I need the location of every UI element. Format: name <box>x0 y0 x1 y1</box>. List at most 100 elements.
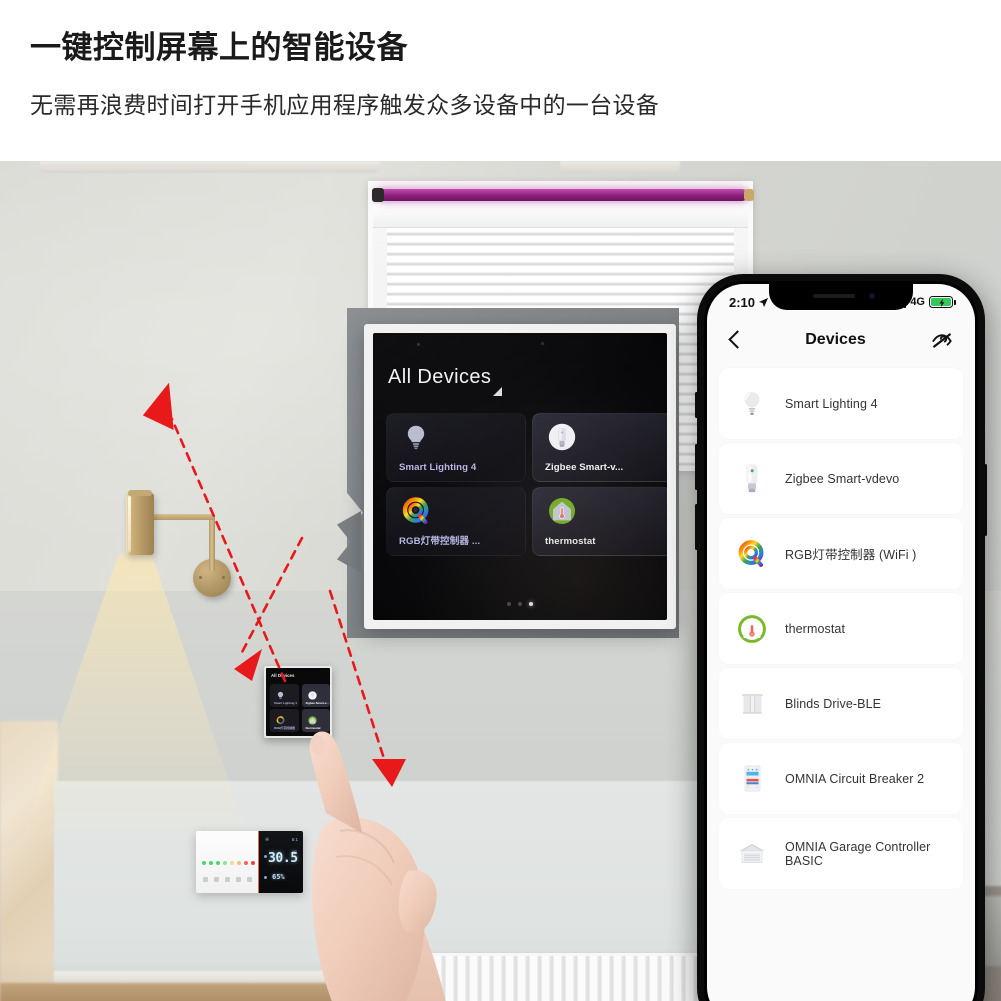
tablet-device-grid: Smart Lighting 4 Zigbee Smart-v... RGB灯带… <box>386 413 667 556</box>
product-scene-photo: ❊ 6:1 30.5 ℃ 65% All Devices Smart Light… <box>0 161 1001 1001</box>
page-dot-3[interactable] <box>529 602 533 606</box>
device-name: Smart Lighting 4 <box>785 396 878 411</box>
phone-power-button[interactable] <box>984 464 987 536</box>
caret-down-icon[interactable] <box>493 387 502 396</box>
page-subtitle: 无需再浪费时间打开手机应用程序触发众多设备中的一台设备 <box>30 92 660 118</box>
page-title: 一键控制屏幕上的智能设备 <box>30 30 408 65</box>
tablet-page-indicator <box>373 602 667 606</box>
switch-button-1[interactable] <box>203 877 208 882</box>
tablet-tile-label: RGB灯带控制器 ... <box>399 536 481 547</box>
phone-notch <box>769 284 913 310</box>
switch-button-4[interactable] <box>236 877 241 882</box>
page-root: 一键控制屏幕上的智能设备 无需再浪费时间打开手机应用程序触发众多设备中的一台设备 <box>0 0 1001 1001</box>
led-strip-cap-left <box>372 188 384 202</box>
tablet-tile-label: thermostat <box>545 536 596 547</box>
device-name: thermostat <box>785 621 846 636</box>
led-1 <box>202 861 206 865</box>
led-4 <box>223 861 227 865</box>
touch-switch-panel[interactable] <box>196 831 258 893</box>
wall-tablet[interactable]: All Devices Smart Lighting 4 Zigbee Smar… <box>364 324 676 629</box>
charging-bolt-icon <box>939 298 945 307</box>
switch-button-3[interactable] <box>225 877 230 882</box>
led-7 <box>244 861 248 865</box>
ceiling-rail-right <box>560 161 680 173</box>
zigbee-valve-icon <box>733 458 771 500</box>
battery-charging-icon <box>929 296 956 308</box>
tablet-tile-label: Zigbee Smart-v... <box>545 462 624 473</box>
rgb-led-strip <box>376 189 748 201</box>
rgb-ring-icon <box>733 533 771 575</box>
zigbee-valve-icon <box>548 423 576 451</box>
page-dot-2[interactable] <box>518 602 522 606</box>
list-item[interactable]: RGB灯带控制器 (WiFi ) <box>719 518 963 589</box>
tablet-tile-rgb-strip[interactable]: RGB灯带控制器 ... <box>386 487 526 556</box>
rgb-ring-icon <box>402 497 430 525</box>
lamp-arm-horizontal <box>148 514 214 520</box>
device-name: OMNIA Circuit Breaker 2 <box>785 771 925 786</box>
ceiling-rail <box>40 161 380 173</box>
eye-slash-icon[interactable] <box>931 332 953 349</box>
device-name: OMNIA Garage Controller BASIC <box>785 839 931 868</box>
list-item[interactable]: OMNIA Circuit Breaker 2 <box>719 743 963 814</box>
location-arrow-icon <box>758 297 769 307</box>
switch-button-5[interactable] <box>247 877 252 882</box>
network-type: 4G <box>910 296 925 308</box>
list-item[interactable]: thermostat <box>719 593 963 664</box>
thermostat-temp-marker <box>264 855 267 858</box>
phone-volume-up-button[interactable] <box>695 444 698 490</box>
blinds-icon <box>733 683 771 725</box>
mini-panel-title: All Devices <box>271 673 295 678</box>
tablet-sensor-icon <box>541 342 544 345</box>
list-item[interactable]: Zigbee Smart-vdevo <box>719 443 963 514</box>
list-item[interactable]: OMNIA Garage Controller BASIC <box>719 818 963 889</box>
fan-icon: ❊ <box>265 837 270 843</box>
front-camera-icon <box>869 293 875 299</box>
header-block: 一键控制屏幕上的智能设备 无需再浪费时间打开手机应用程序触发众多设备中的一台设备 <box>0 0 1001 161</box>
chevron-left-icon[interactable] <box>729 331 740 350</box>
phone-page-title: Devices <box>805 331 866 348</box>
status-bar-left: 2:10 <box>729 295 769 310</box>
phone-silent-switch[interactable] <box>695 392 698 418</box>
earpiece-speaker-icon <box>813 294 855 298</box>
lamp-head-cap <box>128 490 152 496</box>
led-5 <box>230 861 234 865</box>
lamp-arm-vertical <box>209 516 215 571</box>
list-item[interactable]: Blinds Drive-BLE <box>719 668 963 739</box>
lightbulb-icon <box>733 383 771 425</box>
tablet-page-title: All Devices <box>388 366 492 388</box>
phone-bezel: 2:10 4G Devices Smart Lighting 4 Zigbee … <box>704 281 978 1001</box>
led-strip-cap-right <box>744 189 754 201</box>
tablet-tile-smart-lighting[interactable]: Smart Lighting 4 <box>386 413 526 482</box>
wall-lamp <box>126 493 154 555</box>
tablet-tile-label: Smart Lighting 4 <box>399 462 477 473</box>
switch-led-row <box>202 861 255 865</box>
list-item[interactable]: Smart Lighting 4 <box>719 368 963 439</box>
tablet-tile-thermostat[interactable]: thermostat <box>532 487 667 556</box>
device-list[interactable]: Smart Lighting 4 Zigbee Smart-vdevo RGB灯… <box>707 364 975 1001</box>
phone-volume-down-button[interactable] <box>695 504 698 550</box>
wall-tablet-screen[interactable]: All Devices Smart Lighting 4 Zigbee Smar… <box>373 333 667 620</box>
garage-door-icon <box>733 833 771 875</box>
tablet-tile-zigbee-valve[interactable]: Zigbee Smart-v... <box>532 413 667 482</box>
circuit-breaker-icon <box>733 758 771 800</box>
thermostat-house-icon <box>733 608 771 650</box>
device-name: RGB灯带控制器 (WiFi ) <box>785 548 917 562</box>
blinds-headrail <box>373 204 748 228</box>
smartphone: 2:10 4G Devices Smart Lighting 4 Zigbee … <box>695 274 987 1001</box>
tablet-camera-icon <box>417 343 420 346</box>
status-time: 2:10 <box>729 294 756 310</box>
led-2 <box>209 861 213 865</box>
arrow-head-thermostat <box>234 649 262 681</box>
phone-screen[interactable]: 2:10 4G Devices Smart Lighting 4 Zigbee … <box>707 284 975 1001</box>
lightbulb-icon <box>402 423 430 451</box>
switch-button-row[interactable] <box>203 877 252 882</box>
switch-button-2[interactable] <box>214 877 219 882</box>
pointing-hand <box>309 731 446 1001</box>
led-3 <box>216 861 220 865</box>
device-name: Blinds Drive-BLE <box>785 696 882 711</box>
device-name: Zigbee Smart-vdevo <box>785 471 900 486</box>
phone-nav-bar: Devices <box>707 318 975 362</box>
led-6 <box>237 861 241 865</box>
page-dot-1[interactable] <box>507 602 511 606</box>
thermostat-house-icon <box>548 497 576 525</box>
